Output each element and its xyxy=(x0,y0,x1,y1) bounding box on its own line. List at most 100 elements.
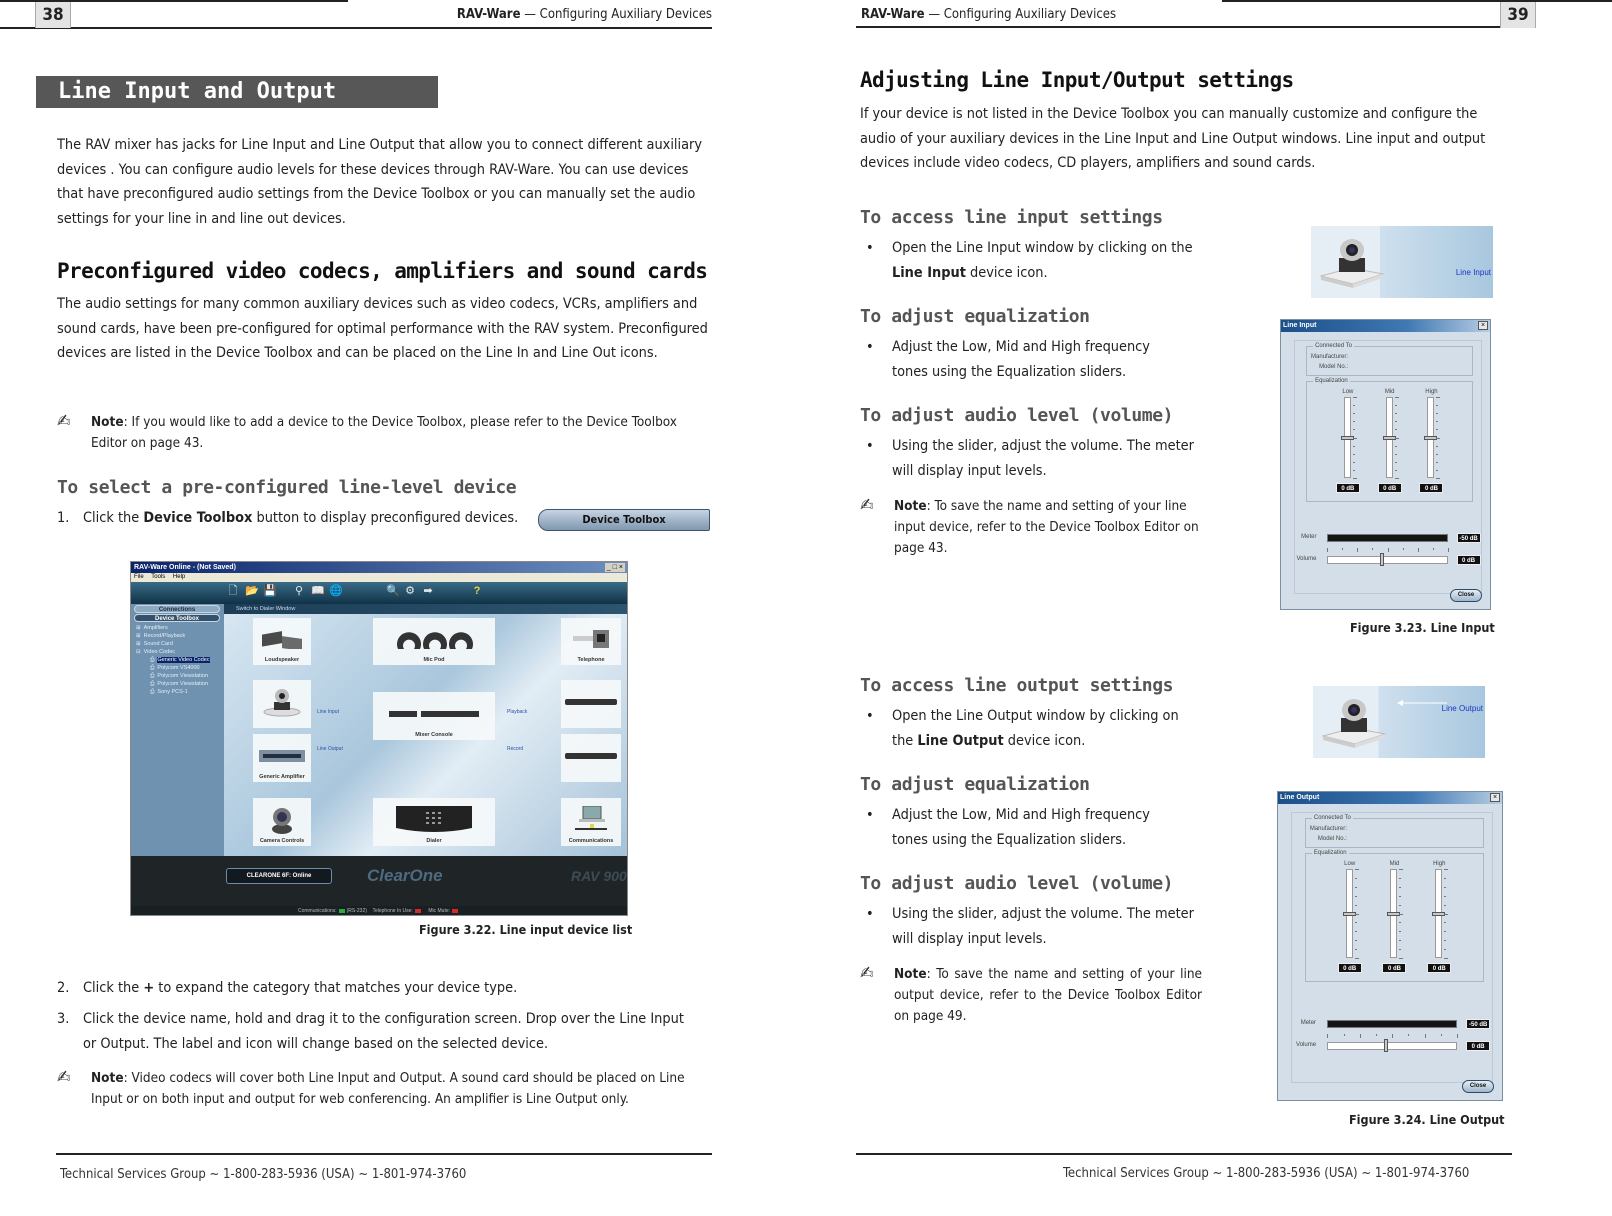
video-codec-camera-icon xyxy=(263,688,301,717)
expand-toggle-icon[interactable]: ⊞ xyxy=(136,625,141,631)
tile-mic-pod[interactable]: Mic Pod xyxy=(373,618,495,665)
tree-item[interactable]: ⎙ Polycom Viewstation xyxy=(136,672,210,680)
tree-item[interactable]: ⊟ Video Codec xyxy=(136,648,210,656)
note-text: : If you would like to add a device to t… xyxy=(91,414,677,451)
connections-button[interactable]: Connections xyxy=(134,605,220,613)
dialer-keypad-icon xyxy=(396,805,472,832)
pencil-note-icon: ✍ xyxy=(57,411,71,432)
configuration-canvas: Switch to Dialer Window Loudspeaker Mic … xyxy=(224,604,627,856)
running-head-product: RAV-Ware xyxy=(456,7,521,22)
video-codec-camera-icon xyxy=(1319,239,1385,288)
line-input-link[interactable]: Line Input xyxy=(317,709,339,715)
tree-item-label: Amplifiers xyxy=(143,625,168,631)
device-toolbox-tab[interactable]: Device Toolbox xyxy=(134,614,220,622)
tile-record[interactable] xyxy=(561,734,621,782)
forward-arrow-icon[interactable]: ➡ xyxy=(422,585,434,598)
tile-label: Mic Pod xyxy=(423,657,445,663)
expand-toggle-icon[interactable]: ⊞ xyxy=(136,641,141,647)
model-logo: RAV 900 xyxy=(571,868,627,884)
tile-label: Loudspeaker xyxy=(264,657,300,663)
menu-tools[interactable]: Tools xyxy=(151,574,165,580)
new-file-icon[interactable]: 🗋 xyxy=(227,585,239,598)
line-output-link[interactable]: Line Output xyxy=(317,746,343,752)
page-number: 39 xyxy=(1500,2,1536,28)
status-mic-mute: Mic Mute: xyxy=(428,908,451,914)
footer-contact: Technical Services Group ~ 1-800-283-593… xyxy=(1063,1166,1470,1181)
tile-loudspeaker[interactable]: Loudspeaker xyxy=(253,618,311,665)
header-bottom-rule xyxy=(0,27,712,29)
network-icon[interactable]: ⚲ xyxy=(293,585,305,598)
close-icon[interactable]: × xyxy=(1490,793,1500,802)
sidebar: Connections Device Toolbox ⊞ Amplifiers ⊞ R… xyxy=(131,604,224,856)
tree-item-label: Record/Playback xyxy=(143,633,186,639)
tools-icon[interactable]: ⚙ xyxy=(404,585,416,598)
left-page: 38 RAV-Ware — Configuring Auxiliary Devi… xyxy=(0,0,740,1216)
tile-line-input-camera[interactable] xyxy=(253,680,311,728)
book-icon[interactable]: 📖 xyxy=(311,585,325,598)
menu-help[interactable]: Help xyxy=(173,574,185,580)
step-bold: Device Toolbox xyxy=(143,510,253,526)
record-link[interactable]: Record xyxy=(507,746,523,752)
close-button[interactable]: Close xyxy=(1462,1080,1494,1093)
save-icon[interactable]: 💾 xyxy=(263,585,277,598)
connection-status: CLEARONE 6F: Online xyxy=(226,868,332,884)
close-icon[interactable]: × xyxy=(1478,321,1488,330)
device-icon: ⎙ xyxy=(150,681,155,687)
close-button[interactable]: Close xyxy=(1450,589,1482,602)
running-head-product: RAV-Ware xyxy=(861,7,925,22)
tile-playback[interactable] xyxy=(561,680,621,728)
bullet-text: Open the Line Input window by clicking o… xyxy=(892,240,1193,256)
bullet-text-post: device icon. xyxy=(965,264,1048,281)
tile-dialer[interactable]: Dialer xyxy=(373,798,495,846)
window-controls[interactable]: _ □ × xyxy=(604,563,625,572)
open-file-icon[interactable]: 📂 xyxy=(245,585,259,598)
line-output-device-icon[interactable]: Line Output xyxy=(1313,686,1485,758)
tile-telephone[interactable]: Telephone xyxy=(561,618,621,665)
search-document-icon[interactable]: 🔍 xyxy=(386,585,400,598)
device-toolbox-button[interactable]: Device Toolbox xyxy=(538,509,710,531)
expand-toggle-icon[interactable]: ⊞ xyxy=(136,633,141,639)
dialog-title: Line Output xyxy=(1278,792,1502,804)
tree-item-label: Polycom Viewstation xyxy=(157,673,209,679)
tree-item[interactable]: ⎙ Generic Video Codec xyxy=(136,656,210,664)
tree-item[interactable]: ⎙ Polycom VS4000 xyxy=(136,664,210,672)
tile-communications[interactable]: Communications xyxy=(561,798,621,846)
tile-mixer-console[interactable]: Mixer Console xyxy=(373,692,495,740)
globe-icon[interactable]: 🌐 xyxy=(329,585,343,598)
tree-item[interactable]: ⊞ Amplifiers xyxy=(136,624,210,632)
input-equalization-heading: To adjust equalization xyxy=(860,306,1090,327)
step-text: Click the xyxy=(83,510,144,526)
expand-toggle-icon[interactable]: ⊟ xyxy=(136,649,141,655)
help-icon[interactable]: ? xyxy=(471,585,483,598)
note-label: Note xyxy=(894,498,927,514)
tile-camera-controls[interactable]: Camera Controls xyxy=(253,798,311,846)
header-bottom-rule xyxy=(856,26,1512,28)
switch-dialer-link[interactable]: Switch to Dialer Window xyxy=(224,604,627,614)
toolbar: 🗋 📂 💾 ⚲ 📖 🌐 🔍 ⚙ ➡ ? xyxy=(131,582,627,604)
line-input-device-icon[interactable]: Line Input xyxy=(1311,226,1493,298)
pencil-note-icon: ✍ xyxy=(57,1067,71,1088)
step-number: 1. xyxy=(57,510,70,526)
playback-deck-icon xyxy=(565,698,617,705)
tree-item[interactable]: ⎙ Polycom Viewstation xyxy=(136,680,210,688)
tree-item[interactable]: ⊞ Record/Playback xyxy=(136,632,210,640)
tile-label: Mixer Console xyxy=(415,732,453,738)
tile-generic-amplifier[interactable]: Generic Amplifier xyxy=(253,734,311,782)
dialog-panel xyxy=(1291,812,1494,1084)
amplifier-icon xyxy=(259,749,305,762)
tree-item[interactable]: ⊞ Sound Card xyxy=(136,640,210,648)
pencil-note-icon: ✍ xyxy=(860,963,874,984)
video-codec-camera-icon xyxy=(1321,699,1387,748)
communications-indicator xyxy=(338,908,345,913)
preconfigured-paragraph: The audio settings for many common auxil… xyxy=(57,296,708,361)
tree-item[interactable]: ⎙ Sony PCS-1 xyxy=(136,688,210,696)
dialog-title: Line Input xyxy=(1281,320,1490,332)
playback-link[interactable]: Playback xyxy=(507,709,527,715)
running-head-separator: — xyxy=(524,7,536,22)
intro-paragraph: The RAV mixer has jacks for Line Input a… xyxy=(57,137,703,227)
step-text-post: button to display preconfigured devices. xyxy=(252,510,519,526)
note-text: : To save the name and setting of your l… xyxy=(894,498,1199,556)
menu-file[interactable]: File xyxy=(134,574,144,580)
note-label: Note xyxy=(91,1070,124,1086)
step-bold: + xyxy=(143,980,155,996)
